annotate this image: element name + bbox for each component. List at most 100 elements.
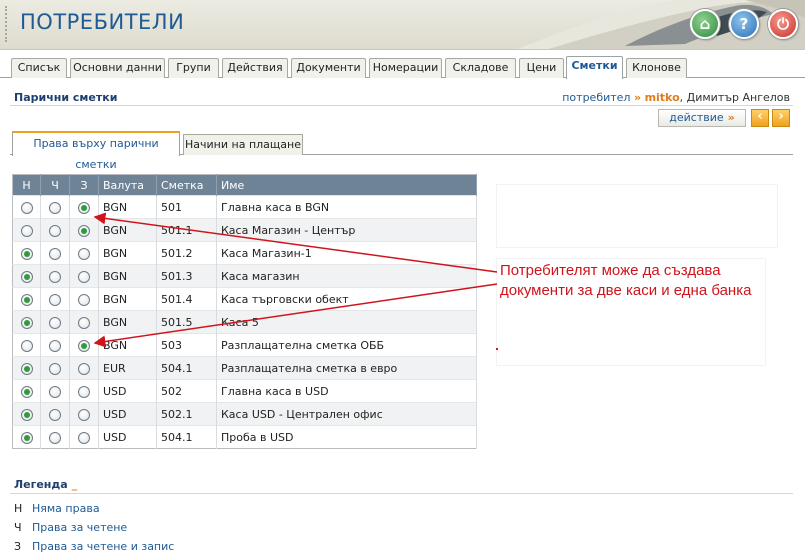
table-row: EUR 504.1 Разплащателна сметка в евро [12,356,477,380]
table-row: BGN 501.2 Каса Магазин-1 [12,241,477,265]
tab-accounts[interactable]: Сметки [566,56,623,79]
rights-cell [40,287,70,311]
tab-prices[interactable]: Цени [519,58,564,78]
tab-basic-data[interactable]: Основни данни [70,58,165,78]
rights-cell [69,241,99,265]
annotation-text: Потребителят може да създава документи з… [500,262,752,299]
radio-none[interactable] [20,339,33,352]
radio-write[interactable] [78,201,90,214]
tab-warehouses[interactable]: Складове [445,58,516,78]
cell-currency: USD [98,379,157,403]
section-title: Парични сметки [14,91,118,104]
radio-write[interactable] [78,293,90,306]
legend-title-text: Легенда [14,478,68,491]
radio-write[interactable] [78,339,90,352]
col-header-write: З [69,174,99,196]
home-button[interactable]: ⌂ [690,9,720,39]
cell-account: 503 [156,333,217,357]
username-link[interactable]: mitko [645,91,680,104]
table-row: USD 502 Главна каса в USD [12,379,477,403]
rights-cell [12,241,41,265]
radio-read[interactable] [49,316,61,329]
chevron-right-icon: › [778,109,784,124]
logout-button[interactable]: ⏻ [768,9,798,39]
tab-actions[interactable]: Действия [222,58,288,78]
radio-none[interactable] [20,316,33,329]
legend-collapse-toggle[interactable]: _ [72,478,78,491]
radio-none[interactable] [20,247,33,260]
rights-cell [69,333,99,357]
rights-cell [69,264,99,288]
cell-account: 504.1 [156,425,217,449]
radio-none[interactable] [20,270,33,283]
tab-documents[interactable]: Документи [291,58,366,78]
previous-record-button[interactable]: ‹ [751,109,769,127]
radio-none[interactable] [20,224,33,237]
tab-numbering[interactable]: Номерации [369,58,442,78]
help-button[interactable]: ? [729,9,759,39]
radio-write[interactable] [78,316,90,329]
rights-cell [12,425,41,449]
actions-dropdown-button[interactable]: действие» [658,109,746,127]
legend-label: Няма права [32,502,100,515]
radio-none[interactable] [20,385,33,398]
legend-key: З [14,540,22,553]
radio-write[interactable] [78,431,90,444]
radio-read[interactable] [49,339,61,352]
radio-none[interactable] [20,408,33,421]
radio-none[interactable] [20,201,33,214]
cell-currency: USD [98,425,157,449]
radio-write[interactable] [78,270,90,283]
radio-read[interactable] [49,201,61,214]
radio-read[interactable] [49,431,61,444]
rights-cell [69,195,99,219]
next-record-button[interactable]: › [772,109,790,127]
rights-cell [40,425,70,449]
radio-read[interactable] [49,224,61,237]
radio-write[interactable] [78,385,90,398]
tab-groups[interactable]: Групи [168,58,219,78]
cell-account: 502.1 [156,402,217,426]
subtab-account-rights[interactable]: Права върху парични сметки [12,131,180,171]
table-row: BGN 503 Разплащателна сметка ОББ [12,333,477,357]
radio-read[interactable] [49,362,61,375]
rights-cell [40,264,70,288]
radio-write[interactable] [78,362,90,375]
breadcrumb-separator: » [633,91,642,104]
radio-none[interactable] [20,431,33,444]
radio-read[interactable] [49,408,61,421]
radio-write[interactable] [78,224,90,237]
subtab-payment-methods[interactable]: Начини на плащане [183,134,303,155]
home-icon: ⌂ [699,15,711,33]
col-header-name: Име [216,174,477,196]
rights-cell [69,402,99,426]
cell-account: 501.1 [156,218,217,242]
annotation-backdrop-top [496,184,778,248]
radio-write[interactable] [78,408,90,421]
cell-currency: BGN [98,310,157,334]
radio-none[interactable] [20,362,33,375]
legend-label: Права за четене и запис [32,540,175,553]
col-header-read: Ч [40,174,70,196]
radio-none[interactable] [20,293,33,306]
user-fullname: , Димитър Ангелов [679,91,790,104]
radio-write[interactable] [78,247,90,260]
legend-item-read: Ч Права за четене [14,521,127,534]
cell-name: Главна каса в USD [216,379,477,403]
radio-read[interactable] [49,385,61,398]
radio-read[interactable] [49,293,61,306]
accounts-rights-table: Н Ч З Валута Сметка Име BGN 501 Главна кас… [12,174,477,449]
rights-cell [40,195,70,219]
tab-list[interactable]: Списък [11,58,67,78]
table-row: BGN 501.3 Каса магазин [12,264,477,288]
legend-key: Ч [14,521,22,534]
table-row: BGN 501 Главна каса в BGN [12,195,477,219]
cell-name: Каса магазин [216,264,477,288]
rights-cell [40,402,70,426]
col-header-account: Сметка [156,174,217,196]
table-row: BGN 501.4 Каса търговски обект [12,287,477,311]
radio-read[interactable] [49,247,61,260]
rights-cell [69,218,99,242]
tab-branches[interactable]: Клонове [626,58,687,78]
radio-read[interactable] [49,270,61,283]
